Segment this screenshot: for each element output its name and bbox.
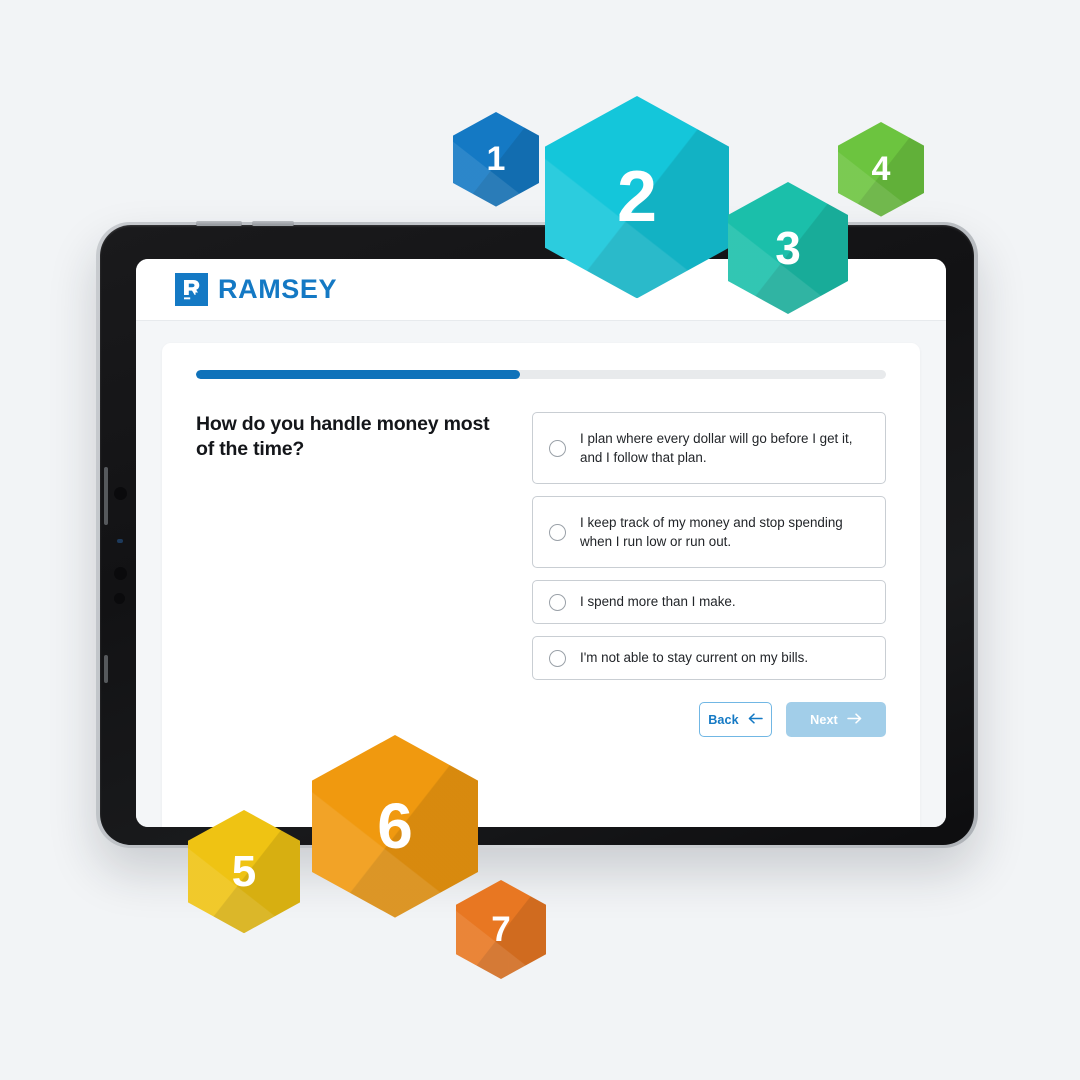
tablet-bezel: RAMSEY How do you handle money most of t… — [100, 221, 974, 845]
tablet-device: RAMSEY How do you handle money most of t… — [96, 221, 978, 848]
answer-option-label: I plan where every dollar will go before… — [580, 430, 853, 465]
hexagon-number: 1 — [486, 140, 506, 179]
ramsey-r-logo-icon — [175, 273, 208, 306]
radio-button-icon[interactable] — [549, 593, 566, 611]
quiz-content: How do you handle money most of the time… — [196, 412, 886, 680]
quiz-navigation: Back Next — [196, 702, 886, 737]
scene: RAMSEY How do you handle money most of t… — [0, 0, 1080, 1080]
camera-lens-icon — [114, 487, 127, 500]
answer-option-1[interactable]: I plan where every dollar will go before… — [532, 412, 886, 484]
radio-button-icon[interactable] — [549, 523, 566, 541]
hexagon-number: 2 — [616, 157, 658, 238]
back-button[interactable]: Back — [699, 702, 772, 737]
question-text: How do you handle money most of the time… — [196, 413, 490, 461]
answer-option-label: I keep track of my money and stop spendi… — [580, 514, 843, 549]
hexagon-number: 7 — [491, 910, 511, 949]
progress-bar-fill — [196, 370, 521, 379]
hexagon-number: 6 — [377, 790, 413, 863]
tablet-screen: RAMSEY How do you handle money most of t… — [136, 259, 946, 827]
radio-button-icon[interactable] — [549, 649, 566, 667]
back-button-label: Back — [708, 712, 739, 727]
hexagon-number: 5 — [231, 846, 257, 896]
next-button[interactable]: Next — [786, 702, 886, 737]
answer-option-label: I'm not able to stay current on my bills… — [580, 650, 809, 666]
sensor-indicator-icon — [117, 539, 123, 543]
app-body: How do you handle money most of the time… — [136, 321, 946, 827]
volume-up-button[interactable] — [196, 221, 242, 226]
arrow-right-icon — [847, 712, 862, 727]
speaker-hole-icon — [114, 567, 127, 580]
ramsey-wordmark: RAMSEY — [218, 274, 338, 304]
hexagon-number: 3 — [775, 222, 801, 274]
hexagon-badge-1: 1 — [453, 112, 539, 207]
antenna-band-lower — [104, 655, 108, 683]
answer-option-2[interactable]: I keep track of my money and stop spendi… — [532, 496, 886, 568]
next-button-label: Next — [810, 712, 838, 727]
arrow-left-icon — [748, 712, 763, 727]
progress-bar — [196, 370, 886, 379]
radio-button-icon[interactable] — [549, 439, 566, 457]
ramsey-logo[interactable]: RAMSEY — [175, 273, 337, 306]
answer-option-label: I spend more than I make. — [580, 594, 736, 610]
microphone-hole-icon — [114, 593, 125, 604]
volume-down-button[interactable] — [252, 221, 294, 226]
answer-option-4[interactable]: I'm not able to stay current on my bills… — [532, 636, 886, 680]
hexagon-number: 4 — [871, 150, 891, 189]
answer-options-list: I plan where every dollar will go before… — [532, 412, 886, 680]
antenna-band — [104, 467, 108, 525]
hexagon-badge-7: 7 — [456, 880, 546, 979]
hexagon-badge-4: 4 — [838, 122, 924, 217]
answer-option-3[interactable]: I spend more than I make. — [532, 580, 886, 624]
quiz-card: How do you handle money most of the time… — [162, 343, 920, 827]
